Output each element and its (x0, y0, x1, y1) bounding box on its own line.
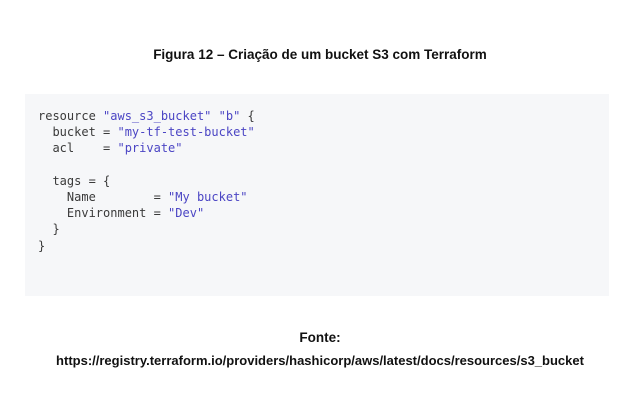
code-string: "private" (117, 141, 183, 156)
code-text: Name = (38, 189, 169, 204)
code-text: resource (38, 109, 104, 123)
source-url: https://registry.terraform.io/providers/… (56, 353, 584, 368)
code-line: acl = "private" (38, 140, 609, 156)
code-string: "Dev" (168, 206, 205, 221)
code-block: resource "aws_s3_bucket" "b" { bucket = … (25, 94, 609, 296)
code-text: bucket = (38, 125, 118, 140)
code-line: resource "aws_s3_bucket" "b" { (38, 108, 609, 124)
code-line: Environment = "Dev" (38, 205, 609, 221)
code-text: } (38, 238, 46, 253)
code-line: tags = { (38, 173, 609, 189)
code-text: acl = (38, 141, 118, 156)
code-line: } (38, 221, 609, 237)
code-line: Name = "My bucket" (38, 189, 609, 205)
code-string: "my-tf-test-bucket" (117, 125, 255, 140)
code-line: bucket = "my-tf-test-bucket" (38, 124, 609, 140)
source-label: Fonte: (299, 330, 341, 345)
code-text: { (240, 109, 255, 123)
code-text: } (38, 222, 60, 237)
code-string: "My bucket" (168, 189, 248, 204)
code-string: "aws_s3_bucket" "b" (103, 109, 241, 123)
figure-caption: Figura 12 – Criação de um bucket S3 com … (153, 47, 487, 62)
code-line: } (38, 238, 609, 254)
code-text: tags = { (38, 173, 111, 188)
code-text: Environment = (38, 206, 169, 221)
